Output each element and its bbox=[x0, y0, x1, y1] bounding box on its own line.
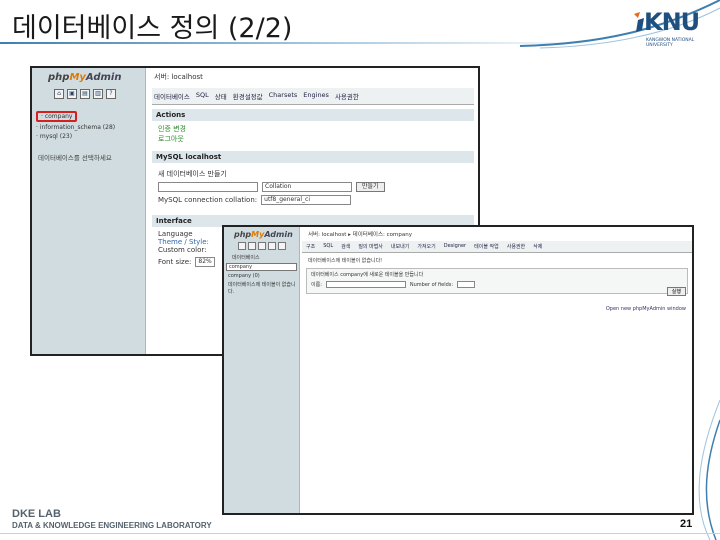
db-tabs: 구조 SQL 검색 질의 마법사 내보내기 가져오기 Designer 테이블 … bbox=[302, 241, 692, 253]
server-label: 서버: localhost bbox=[154, 73, 203, 81]
tab-status[interactable]: 상태 bbox=[215, 91, 227, 101]
db-select[interactable]: company bbox=[226, 263, 297, 271]
table-name-label: 이름: bbox=[311, 282, 322, 288]
tab-structure[interactable]: 구조 bbox=[306, 243, 315, 250]
tab-engines[interactable]: Engines bbox=[303, 91, 329, 101]
tab-export[interactable]: 내보내기 bbox=[391, 243, 409, 250]
logo-text: KNU bbox=[644, 8, 700, 36]
logo-my: My bbox=[69, 72, 86, 83]
tab-search[interactable]: 검색 bbox=[341, 243, 350, 250]
font-size-select[interactable]: 82% bbox=[195, 257, 215, 267]
exit-icon[interactable] bbox=[248, 242, 256, 250]
footer-line bbox=[0, 533, 720, 534]
tab-import[interactable]: 가져오기 bbox=[417, 243, 435, 250]
dke-lab-footer: DKE LAB DATA & KNOWLEDGE ENGINEERING LAB… bbox=[12, 508, 212, 530]
new-db-name-input[interactable] bbox=[158, 182, 258, 192]
logo-admin: Admin bbox=[85, 72, 122, 83]
tab-privileges[interactable]: 사용권한 bbox=[507, 243, 525, 250]
tab-operations[interactable]: 테이블 작업 bbox=[474, 243, 499, 250]
home-icon[interactable] bbox=[238, 242, 246, 250]
docs-icon[interactable]: ▥ bbox=[93, 89, 103, 99]
create-db-button[interactable]: 만들기 bbox=[356, 182, 385, 192]
create-table-label: 데이터베이스 company에 새로운 테이블을 만듭니다 bbox=[311, 272, 424, 278]
actions-heading: Actions bbox=[152, 109, 474, 121]
tab-variables[interactable]: 환경설정값 bbox=[233, 91, 263, 101]
pma-logo: phpMyAdmin bbox=[32, 68, 145, 83]
db-item-mysql[interactable]: · mysql (23) bbox=[36, 133, 145, 140]
help-icon[interactable]: ? bbox=[106, 89, 116, 99]
connection-collation-select[interactable]: utf8_general_ci bbox=[261, 195, 352, 205]
sql-icon[interactable] bbox=[258, 242, 266, 250]
action-logout[interactable]: 로그아웃 bbox=[158, 134, 468, 144]
footer-lab-full: DATA & KNOWLEDGE ENGINEERING LABORATORY bbox=[12, 521, 212, 530]
sidebar-icons: ⌂ ▣ ▤ ▥ ? bbox=[32, 83, 145, 99]
phpmyadmin-database-screenshot: phpMyAdmin 데이터베이스 company company (0) 데이… bbox=[222, 225, 694, 515]
mysql-section: 새 데이터베이스 만들기 Collation 만들기 MySQL connect… bbox=[148, 163, 478, 211]
slide-title: 데이터베이스 정의 (2/2) bbox=[12, 13, 293, 44]
logo-admin: Admin bbox=[264, 230, 293, 239]
pma-logo-2: phpMyAdmin bbox=[224, 227, 299, 239]
no-tables-message: 데이터베이스에 테이블이 없습니다! bbox=[308, 258, 383, 264]
fields-input[interactable] bbox=[457, 281, 476, 288]
pma-sidebar: phpMyAdmin ⌂ ▣ ▤ ▥ ? · company · informa… bbox=[32, 68, 146, 354]
tab-sql[interactable]: SQL bbox=[323, 243, 333, 250]
font-size-label: Font size: bbox=[158, 258, 192, 266]
knu-logo: KNU KANGWON NATIONAL UNIVERSITY bbox=[632, 8, 716, 48]
logo-php: php bbox=[48, 72, 70, 83]
db-item-information-schema[interactable]: · information_schema (28) bbox=[36, 124, 145, 131]
tab-privileges[interactable]: 사용권한 bbox=[335, 91, 359, 101]
select-db-note: 데이터베이스를 선택하세요 bbox=[38, 154, 112, 162]
collation-select[interactable]: Collation bbox=[262, 182, 352, 192]
tab-designer[interactable]: Designer bbox=[444, 243, 466, 250]
db-select-label: 데이터베이스 bbox=[232, 255, 260, 261]
db-item-label: company bbox=[44, 113, 73, 120]
tab-charsets[interactable]: Charsets bbox=[269, 91, 298, 101]
exit-icon[interactable]: ▣ bbox=[67, 89, 77, 99]
mysql-heading: MySQL localhost bbox=[152, 151, 474, 163]
sidebar-icons-2 bbox=[224, 239, 299, 250]
tab-sql[interactable]: SQL bbox=[196, 91, 209, 101]
home-icon[interactable]: ⌂ bbox=[54, 89, 64, 99]
database-list: · company · information_schema (28) · my… bbox=[32, 99, 145, 140]
pma-sidebar-2: phpMyAdmin 데이터베이스 company company (0) 데이… bbox=[224, 227, 300, 513]
breadcrumb: 서버: localhost ▸ 데이터베이스: company bbox=[308, 232, 412, 238]
create-db-label: 새 데이터베이스 만들기 bbox=[158, 170, 227, 178]
docs-icon[interactable] bbox=[268, 242, 276, 250]
table-name-input[interactable] bbox=[325, 281, 406, 288]
open-new-window-link[interactable]: Open new phpMyAdmin window bbox=[606, 306, 686, 312]
db-item-label: information_schema (28) bbox=[39, 124, 116, 131]
page-number: 21 bbox=[680, 518, 693, 530]
no-tables-note: 데이터베이스에 테이블이 없습니다. bbox=[228, 282, 296, 295]
connection-collation-label: MySQL connection collation: bbox=[158, 196, 258, 204]
logo-subtext: KANGWON NATIONAL UNIVERSITY bbox=[646, 38, 695, 48]
sql-icon[interactable]: ▤ bbox=[80, 89, 90, 99]
create-table-box: 데이터베이스 company에 새로운 테이블을 만듭니다 이름: Number… bbox=[306, 268, 688, 294]
db-item-label: mysql (23) bbox=[39, 133, 73, 140]
actions-list: 인증 변경 로그아웃 bbox=[148, 121, 478, 147]
title-underline bbox=[0, 42, 600, 44]
tab-query[interactable]: 질의 마법사 bbox=[358, 243, 383, 250]
action-change-auth[interactable]: 인증 변경 bbox=[158, 124, 468, 134]
go-button[interactable]: 실행 bbox=[666, 287, 686, 296]
fields-label: Number of fields: bbox=[409, 281, 454, 288]
help-icon[interactable] bbox=[278, 242, 286, 250]
server-tabs: 데이터베이스 SQL 상태 환경설정값 Charsets Engines 사용권… bbox=[152, 88, 474, 105]
tab-databases[interactable]: 데이터베이스 bbox=[154, 91, 190, 101]
logo-my: My bbox=[251, 230, 265, 239]
footer-lab-name: DKE LAB bbox=[12, 508, 61, 520]
db-current[interactable]: company (0) bbox=[224, 271, 299, 279]
db-item-company[interactable]: · company bbox=[36, 111, 78, 122]
tab-drop[interactable]: 삭제 bbox=[533, 243, 542, 250]
pma-db-panel: 서버: localhost ▸ 데이터베이스: company 구조 SQL 검… bbox=[302, 227, 692, 513]
logo-php: php bbox=[234, 230, 252, 239]
